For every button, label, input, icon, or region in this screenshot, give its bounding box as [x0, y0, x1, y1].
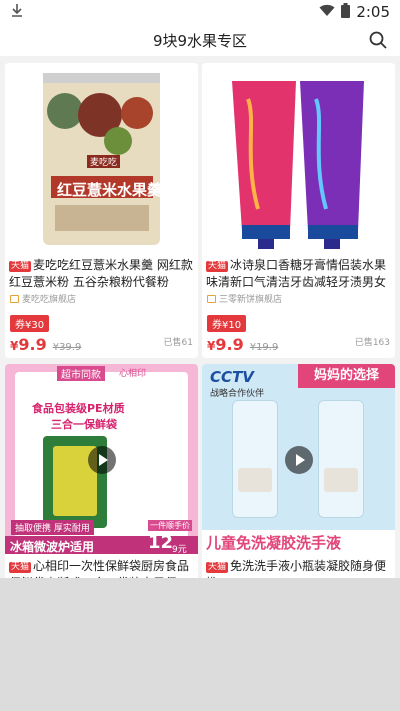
product-card[interactable]: 超市同款 心相印 食品包装级PE材质 三合一保鲜袋 抽取便携 厚实耐用 一件顺手…: [5, 364, 198, 578]
price: ¥9.9: [10, 335, 47, 354]
download-icon: [10, 3, 24, 21]
loading-overlay: [0, 578, 400, 711]
image-brand-text: 麦吃吃: [87, 155, 121, 168]
play-video-button[interactable]: [285, 446, 313, 474]
image-big-price: 12: [148, 532, 174, 553]
tmall-badge: 天猫: [9, 562, 32, 573]
product-card[interactable]: 麦吃吃 红豆薏米水果羹 天猫 麦吃吃红豆薏米水果羹 网红款红豆薏米粉 五谷杂粮粉代…: [5, 63, 198, 358]
product-image: CCTV 战略合作伙伴 妈妈的选择 儿童免洗凝胶洗手液: [202, 364, 395, 554]
image-price-tag: 一件顺手价: [148, 520, 192, 531]
search-icon[interactable]: [368, 30, 388, 50]
product-title[interactable]: 天猫 冰诗泉口香糖牙膏情侣装水果味清新口气清洁牙齿减轻牙渍男女: [202, 257, 395, 291]
product-image: Bleeditie: [202, 63, 395, 253]
play-video-button[interactable]: [88, 446, 116, 474]
status-bar: 2:05: [0, 0, 400, 24]
sold-count: 已售61: [163, 338, 193, 348]
battery-icon: [341, 2, 351, 22]
product-title[interactable]: 天猫麦吃吃红豆薏米水果羹 网红款红豆薏米粉 五谷杂粮粉代餐粉500g: [5, 257, 198, 291]
shop-icon: [10, 294, 19, 303]
header: 9块9水果专区: [0, 24, 400, 56]
sold-count: 已售163: [354, 338, 390, 348]
shop-name[interactable]: 三零新饼旗舰店: [202, 292, 395, 305]
image-brand: 心相印: [119, 369, 147, 379]
tmall-badge: 天猫: [206, 261, 229, 272]
price-row: ¥9.9 ¥39.9 已售61: [5, 335, 198, 354]
image-bottom-text: 儿童免洗凝胶洗手液: [206, 534, 342, 552]
price-row: ¥9.9 ¥19.9 已售163: [202, 335, 395, 354]
coupon-badge[interactable]: 券¥10: [207, 315, 247, 332]
tmall-badge: 天猫: [9, 261, 32, 272]
image-price-unit: 9元: [172, 545, 187, 554]
tmall-badge: 天猫: [206, 562, 229, 573]
image-logo-sub: 战略合作伙伴: [210, 389, 265, 399]
page-title: 9块9水果专区: [152, 31, 248, 50]
price: ¥9.9: [207, 335, 244, 354]
bottle-image: [232, 400, 278, 518]
bottle-image: [318, 400, 364, 518]
image-headline-2: 三合一保鲜袋: [51, 418, 117, 431]
product-image: 超市同款 心相印 食品包装级PE材质 三合一保鲜袋 抽取便携 厚实耐用 一件顺手…: [5, 364, 198, 554]
original-price: ¥39.9: [52, 342, 82, 353]
image-logo: CCTV: [210, 368, 254, 386]
product-image: 麦吃吃 红豆薏米水果羹: [5, 63, 198, 253]
image-corner-text: 妈妈的选择: [298, 364, 395, 388]
image-product-text: 红豆薏米水果羹: [57, 181, 163, 199]
product-grid: 麦吃吃 红豆薏米水果羹 天猫 麦吃吃红豆薏米水果羹 网红款红豆薏米粉 五谷杂粮粉代…: [0, 56, 400, 578]
shop-icon: [207, 294, 216, 303]
wifi-icon: [319, 3, 335, 21]
image-top-tag: 超市同款: [57, 366, 105, 381]
image-headline-1: 食品包装级PE材质: [32, 402, 125, 415]
status-time: 2:05: [356, 3, 390, 21]
product-card[interactable]: CCTV 战略合作伙伴 妈妈的选择 儿童免洗凝胶洗手液 天猫 免洗洗手液小瓶装凝胶…: [202, 364, 395, 578]
image-feature: 抽取便携 厚实耐用: [11, 520, 94, 535]
shop-name[interactable]: 麦吃吃旗舰店: [5, 292, 198, 305]
product-title[interactable]: 天猫心相印一次性保鲜袋厨房食品保鲜袋点断式三合一袋装水果保鲜…: [5, 558, 198, 578]
coupon-badge[interactable]: 券¥30: [10, 315, 50, 332]
product-card[interactable]: Bleeditie 天猫冰诗泉口香糖牙膏情侣装水果味清新口气清洁牙齿减轻牙渍男女…: [202, 63, 395, 358]
original-price: ¥19.9: [249, 342, 279, 353]
product-title[interactable]: 天猫免洗洗手液小瓶装凝胶随身便携: [202, 558, 395, 578]
image-bottom-text: 冰箱微波炉适用: [10, 540, 95, 554]
